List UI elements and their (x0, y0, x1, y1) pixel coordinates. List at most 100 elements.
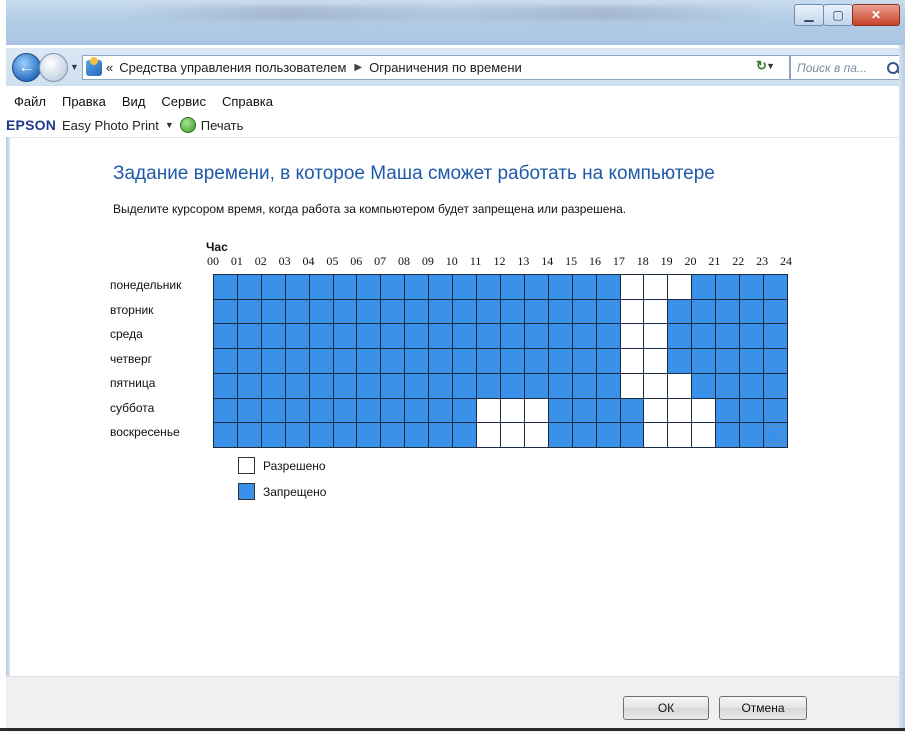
time-cell[interactable] (596, 349, 620, 373)
time-cell[interactable] (261, 373, 285, 398)
time-cell[interactable] (405, 349, 429, 373)
time-cell[interactable] (716, 423, 740, 447)
time-cell[interactable] (764, 275, 787, 299)
time-cell[interactable] (500, 398, 524, 423)
time-cell[interactable] (500, 349, 524, 373)
time-cell[interactable] (333, 373, 357, 398)
time-cell[interactable] (692, 398, 716, 423)
time-cell[interactable] (429, 398, 453, 423)
time-cell[interactable] (620, 275, 644, 299)
time-cell[interactable] (620, 373, 644, 398)
time-cell[interactable] (716, 324, 740, 349)
time-cell[interactable] (214, 349, 237, 373)
time-cell[interactable] (214, 398, 237, 423)
time-cell[interactable] (477, 349, 500, 373)
easy-photo-print-button[interactable]: Easy Photo Print (62, 118, 159, 133)
time-cell[interactable] (740, 299, 764, 324)
breadcrumb-separator-icon[interactable]: ▶ (354, 62, 362, 73)
time-cell[interactable] (572, 299, 596, 324)
time-cell[interactable] (381, 299, 405, 324)
time-cell[interactable] (357, 423, 381, 447)
time-cell[interactable] (453, 373, 477, 398)
time-cell[interactable] (214, 324, 237, 349)
time-cell[interactable] (285, 398, 309, 423)
time-cell[interactable] (429, 324, 453, 349)
time-cell[interactable] (716, 299, 740, 324)
time-cell[interactable] (716, 275, 740, 299)
time-cell[interactable] (405, 299, 429, 324)
time-cell[interactable] (548, 324, 572, 349)
time-cell[interactable] (237, 373, 261, 398)
time-cell[interactable] (261, 324, 285, 349)
time-cell[interactable] (405, 423, 429, 447)
time-cell[interactable] (692, 423, 716, 447)
time-cell[interactable] (261, 349, 285, 373)
time-cell[interactable] (381, 373, 405, 398)
time-cell[interactable] (309, 423, 333, 447)
time-cell[interactable] (453, 299, 477, 324)
time-cell[interactable] (381, 275, 405, 299)
time-cell[interactable] (668, 299, 692, 324)
time-cell[interactable] (620, 299, 644, 324)
print-button[interactable]: Печать (201, 118, 244, 133)
time-cell[interactable] (596, 324, 620, 349)
time-cell[interactable] (668, 349, 692, 373)
time-cell[interactable] (524, 373, 548, 398)
time-cell[interactable] (524, 299, 548, 324)
time-cell[interactable] (644, 398, 668, 423)
time-cell[interactable] (548, 299, 572, 324)
time-cell[interactable] (740, 398, 764, 423)
time-cell[interactable] (237, 324, 261, 349)
time-cell[interactable] (572, 423, 596, 447)
time-cell[interactable] (309, 275, 333, 299)
time-cell[interactable] (381, 423, 405, 447)
time-cell[interactable] (453, 275, 477, 299)
time-cell[interactable] (572, 324, 596, 349)
time-cell[interactable] (357, 275, 381, 299)
time-cell[interactable] (477, 373, 500, 398)
time-cell[interactable] (477, 398, 500, 423)
time-cell[interactable] (453, 349, 477, 373)
time-cell[interactable] (668, 324, 692, 349)
time-cell[interactable] (405, 275, 429, 299)
time-cell[interactable] (285, 275, 309, 299)
time-cell[interactable] (764, 398, 787, 423)
minimize-button[interactable]: ▁ (794, 4, 824, 26)
time-cell[interactable] (716, 349, 740, 373)
menu-tools[interactable]: Сервис (161, 94, 206, 109)
time-cell[interactable] (477, 324, 500, 349)
time-cell[interactable] (644, 299, 668, 324)
time-cell[interactable] (261, 275, 285, 299)
time-cell[interactable] (429, 373, 453, 398)
time-cell[interactable] (620, 423, 644, 447)
time-grid[interactable] (213, 274, 788, 448)
time-cell[interactable] (524, 349, 548, 373)
time-cell[interactable] (261, 423, 285, 447)
time-cell[interactable] (500, 423, 524, 447)
time-cell[interactable] (548, 349, 572, 373)
time-cell[interactable] (214, 275, 237, 299)
time-cell[interactable] (357, 324, 381, 349)
time-cell[interactable] (309, 373, 333, 398)
time-cell[interactable] (692, 373, 716, 398)
time-cell[interactable] (357, 398, 381, 423)
time-cell[interactable] (740, 275, 764, 299)
time-cell[interactable] (644, 423, 668, 447)
breadcrumb-parental-controls[interactable]: Средства управления пользователем (119, 60, 346, 75)
time-cell[interactable] (309, 299, 333, 324)
time-cell[interactable] (285, 373, 309, 398)
time-cell[interactable] (548, 275, 572, 299)
time-cell[interactable] (548, 373, 572, 398)
time-cell[interactable] (237, 398, 261, 423)
time-cell[interactable] (764, 324, 787, 349)
time-cell[interactable] (740, 373, 764, 398)
time-cell[interactable] (381, 349, 405, 373)
time-cell[interactable] (214, 373, 237, 398)
time-cell[interactable] (740, 349, 764, 373)
time-cell[interactable] (668, 275, 692, 299)
time-cell[interactable] (572, 275, 596, 299)
ok-button[interactable]: ОК (623, 696, 709, 720)
time-cell[interactable] (381, 324, 405, 349)
address-dropdown-icon[interactable]: ▼ (766, 61, 775, 71)
time-cell[interactable] (524, 423, 548, 447)
